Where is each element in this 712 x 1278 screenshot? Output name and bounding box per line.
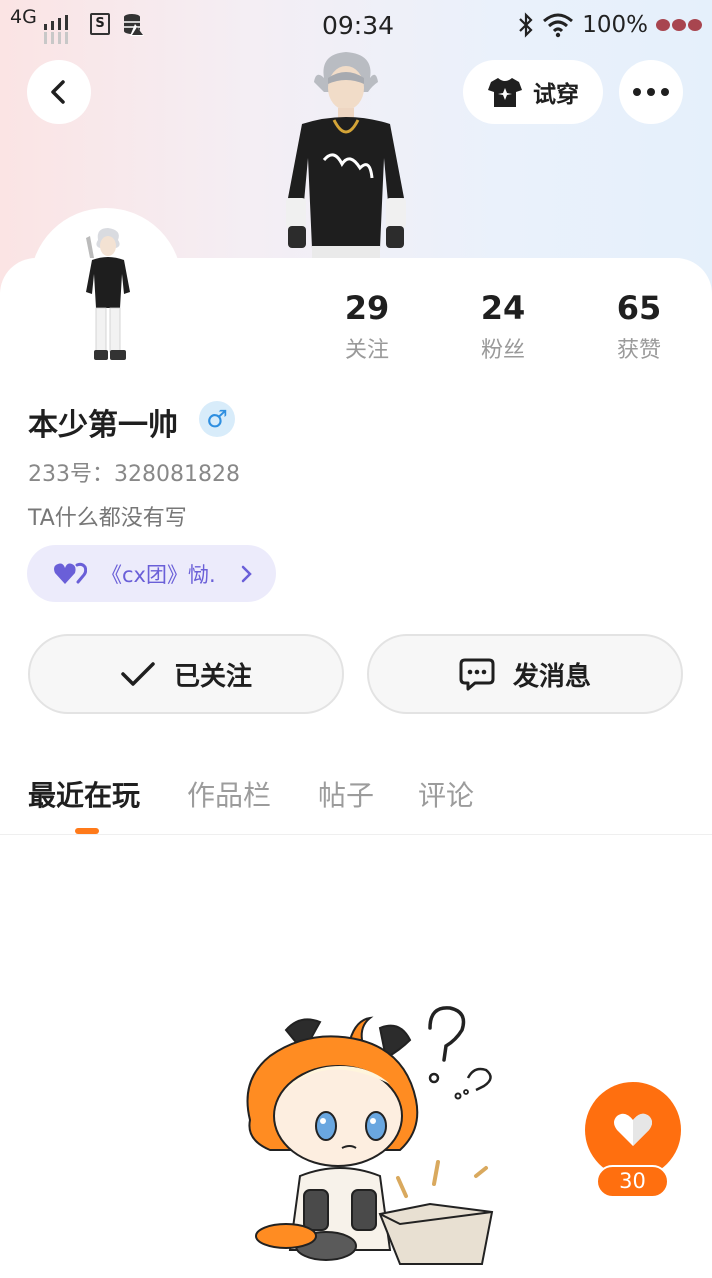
stat-likes-count: 65 bbox=[616, 289, 662, 327]
try-on-button[interactable]: 试穿 bbox=[463, 60, 603, 124]
stat-following-label: 关注 bbox=[344, 338, 389, 363]
back-button[interactable] bbox=[27, 60, 91, 124]
signal-icon bbox=[44, 10, 72, 44]
more-icon bbox=[633, 88, 669, 96]
following-label: 已关注 bbox=[173, 661, 252, 692]
stat-fans-count: 24 bbox=[480, 289, 526, 327]
back-icon bbox=[51, 80, 65, 104]
battery-percent: 100% bbox=[582, 12, 648, 38]
more-button[interactable] bbox=[619, 60, 683, 124]
bluetooth-icon bbox=[519, 12, 533, 38]
stat-following[interactable]: 29 关注 bbox=[312, 290, 422, 364]
tab-recently-played[interactable]: 最近在玩 bbox=[28, 774, 140, 814]
tab-posts[interactable]: 帖子 bbox=[318, 774, 374, 814]
empty-state-illustration bbox=[246, 1006, 494, 1265]
dressed-avatar-figure bbox=[286, 52, 406, 260]
profile-name: 本少第一帅 bbox=[28, 408, 178, 443]
group-label: 《cx团》恸. bbox=[101, 562, 216, 587]
tshirt-icon bbox=[488, 78, 522, 107]
profile-bio: TA什么都没有写 bbox=[28, 506, 187, 531]
note-icon: S bbox=[90, 13, 110, 35]
wifi-icon bbox=[543, 13, 574, 38]
send-message-button[interactable]: 发消息 bbox=[367, 634, 683, 714]
profile-uid[interactable]: 233号：328081828 bbox=[28, 456, 240, 488]
tab-comments[interactable]: 评论 bbox=[418, 774, 474, 814]
group-badge[interactable]: 《cx团》恸. bbox=[27, 545, 276, 602]
chat-bubble-icon bbox=[459, 658, 495, 691]
double-heart-icon bbox=[54, 562, 87, 584]
male-gender-icon: ♂ bbox=[199, 401, 235, 437]
stat-likes-label: 获赞 bbox=[616, 338, 661, 363]
like-count: 30 bbox=[596, 1165, 669, 1198]
like-button[interactable] bbox=[585, 1082, 681, 1178]
try-on-label: 试穿 bbox=[533, 82, 579, 108]
avatar-figure bbox=[86, 228, 130, 360]
chevron-right-icon bbox=[241, 565, 252, 582]
stat-fans-label: 粉丝 bbox=[480, 338, 525, 363]
paw-icon bbox=[656, 19, 702, 31]
tab-active-indicator bbox=[75, 828, 99, 834]
heart-icon bbox=[614, 1113, 652, 1146]
following-button[interactable]: 已关注 bbox=[28, 634, 344, 714]
profile-stats: 29 关注 24 粉丝 65 获赞 bbox=[300, 290, 712, 370]
clock: 09:34 bbox=[322, 11, 395, 40]
network-type: 4G bbox=[10, 6, 37, 28]
stat-fans[interactable]: 24 粉丝 bbox=[448, 290, 558, 364]
status-bar: 4G S 09:34 100% bbox=[0, 0, 712, 50]
check-icon bbox=[121, 662, 155, 686]
stat-likes[interactable]: 65 获赞 bbox=[584, 290, 694, 364]
database-icon bbox=[124, 14, 144, 36]
tab-works[interactable]: 作品栏 bbox=[187, 774, 271, 814]
profile-tabs: 最近在玩 作品栏 帖子 评论 bbox=[0, 760, 712, 835]
send-message-label: 发消息 bbox=[512, 661, 591, 692]
stat-following-count: 29 bbox=[344, 289, 390, 327]
